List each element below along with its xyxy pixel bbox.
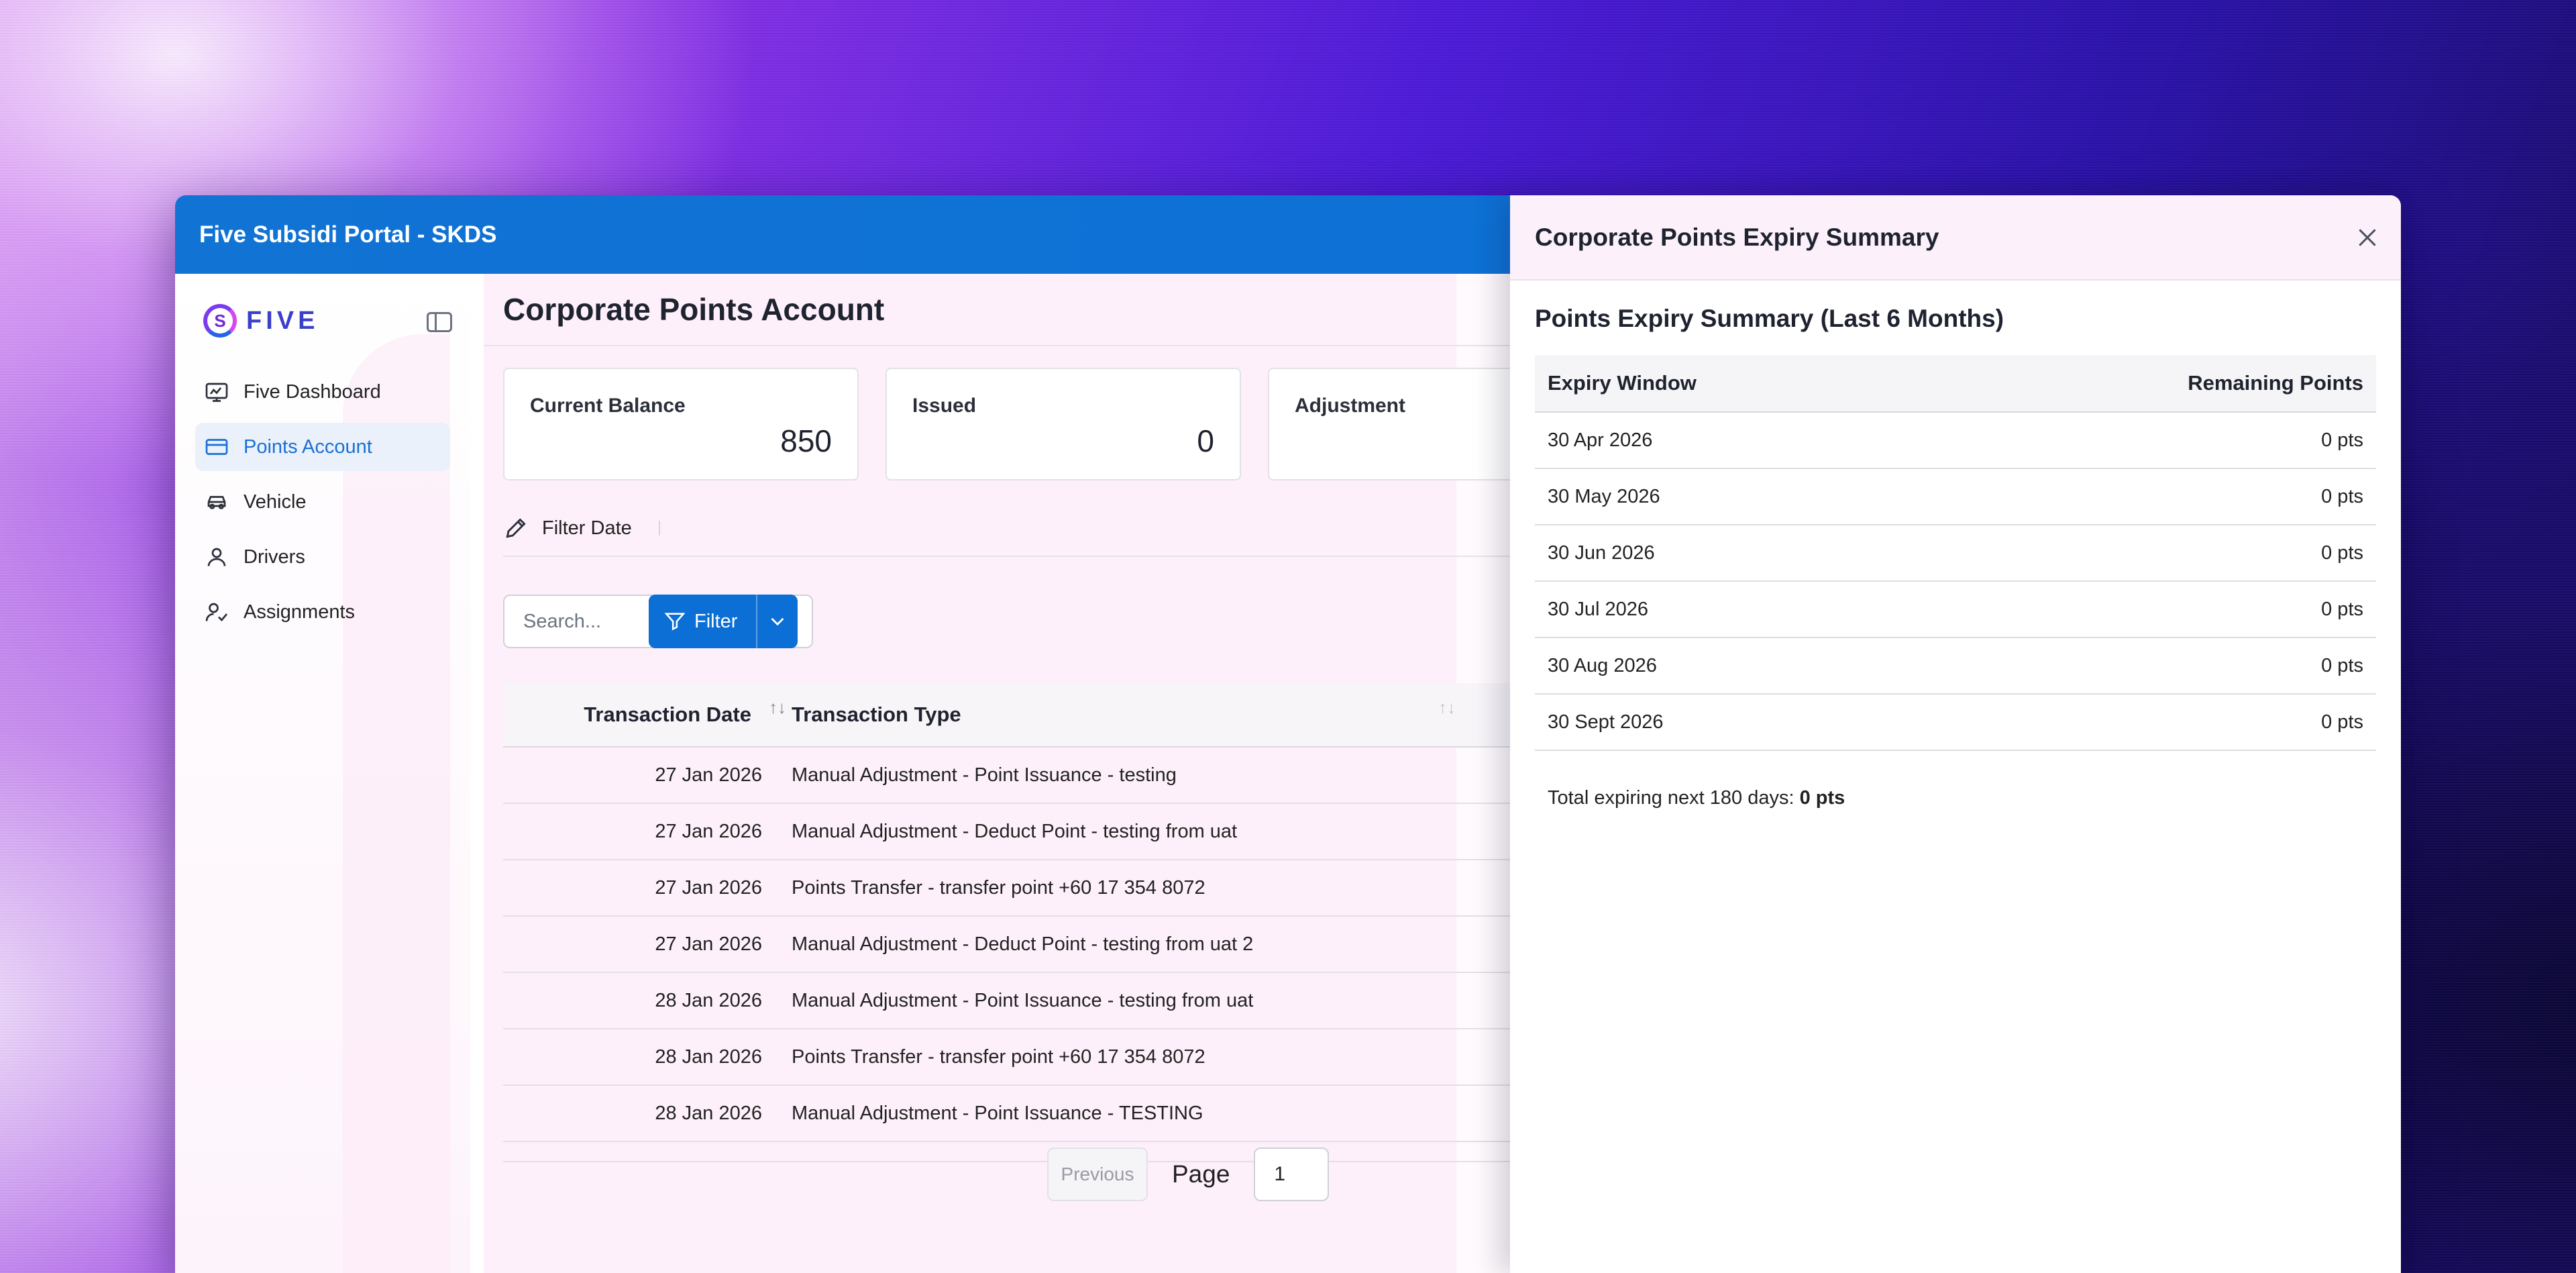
expiry-total-value: 0 pts xyxy=(1799,787,1845,809)
table-row: 30 May 2026 0 pts xyxy=(1535,469,2376,525)
sidebar-item-drivers[interactable]: Drivers xyxy=(195,533,450,581)
column-header-expiry-window: Expiry Window xyxy=(1548,371,1697,395)
filter-button-label: Filter xyxy=(694,610,738,632)
table-row: 30 Apr 2026 0 pts xyxy=(1535,413,2376,469)
table-row: 30 Jun 2026 0 pts xyxy=(1535,525,2376,582)
page-number-input[interactable] xyxy=(1254,1148,1330,1201)
card-current-balance: Current Balance 850 xyxy=(503,368,859,480)
sidebar-item-five-dashboard[interactable]: Five Dashboard xyxy=(195,368,450,416)
sidebar-item-points-account[interactable]: Points Account xyxy=(195,423,450,471)
user-icon xyxy=(205,545,229,569)
sidebar-item-label: Five Dashboard xyxy=(244,380,381,403)
sidebar: S FIVE Five Dashboard Points Account Veh… xyxy=(175,274,470,1273)
card-label: Current Balance xyxy=(530,395,686,417)
sidebar-item-label: Drivers xyxy=(244,546,305,568)
logo-mark-icon: S xyxy=(203,304,237,338)
separator xyxy=(658,521,660,536)
app-title: Five Subsidi Portal - SKDS xyxy=(199,221,497,248)
cell-remaining-points: 0 pts xyxy=(2321,598,2363,620)
sort-icon[interactable]: ↑↓ xyxy=(1438,699,1456,716)
cell-date: 27 Jan 2026 xyxy=(655,933,762,955)
filter-button-main[interactable]: Filter xyxy=(649,595,757,648)
sidebar-item-label: Vehicle xyxy=(244,491,307,513)
sidebar-item-label: Assignments xyxy=(244,601,356,623)
card-issued: Issued 0 xyxy=(885,368,1241,480)
cell-date: 27 Jan 2026 xyxy=(655,876,762,899)
summary-cards: Current Balance 850 Issued 0 Adjustment xyxy=(503,368,1623,480)
column-header-transaction-date[interactable]: Transaction Date ↑↓ xyxy=(503,699,792,727)
previous-page-button[interactable]: Previous xyxy=(1047,1148,1148,1201)
cell-date: 28 Jan 2026 xyxy=(655,1046,762,1068)
cell-expiry-window: 30 Sept 2026 xyxy=(1548,711,1664,733)
column-header-remaining-points: Remaining Points xyxy=(2188,371,2363,395)
cell-expiry-window: 30 May 2026 xyxy=(1548,485,1660,507)
cell-remaining-points: 0 pts xyxy=(2321,542,2363,564)
cell-remaining-points: 0 pts xyxy=(2321,429,2363,451)
cell-expiry-window: 30 Jul 2026 xyxy=(1548,598,1648,620)
expiry-total: Total expiring next 180 days: 0 pts xyxy=(1548,787,1845,809)
close-icon[interactable] xyxy=(2354,224,2381,251)
sidebar-toggle-icon[interactable] xyxy=(427,312,452,332)
sidebar-item-assignments[interactable]: Assignments xyxy=(195,588,450,636)
sidebar-nav: Five Dashboard Points Account Vehicle Dr… xyxy=(195,368,450,643)
cell-expiry-window: 30 Jun 2026 xyxy=(1548,542,1655,564)
car-icon xyxy=(205,490,229,514)
pencil-icon xyxy=(506,518,526,538)
filter-dropdown-toggle[interactable] xyxy=(757,595,798,648)
pagination: Previous Page xyxy=(1047,1148,1330,1201)
cell-date: 28 Jan 2026 xyxy=(655,989,762,1011)
cell-date: 28 Jan 2026 xyxy=(655,1102,762,1124)
brand-logo[interactable]: S FIVE xyxy=(203,304,319,338)
filter-date-button[interactable]: Filter Date xyxy=(503,515,660,541)
cell-date: 27 Jan 2026 xyxy=(655,820,762,842)
table-row: 30 Sept 2026 0 pts xyxy=(1535,695,2376,751)
table-row: 30 Aug 2026 0 pts xyxy=(1535,638,2376,695)
cell-remaining-points: 0 pts xyxy=(2321,485,2363,507)
funnel-icon xyxy=(664,613,686,631)
page-label: Page xyxy=(1172,1160,1230,1188)
expiry-table: Expiry Window Remaining Points 30 Apr 20… xyxy=(1535,355,2376,751)
page-title: Corporate Points Account xyxy=(503,292,885,327)
cell-expiry-window: 30 Apr 2026 xyxy=(1548,429,1653,451)
user-assign-icon xyxy=(205,600,229,624)
expiry-table-header: Expiry Window Remaining Points xyxy=(1535,355,2376,413)
card-label: Adjustment xyxy=(1295,395,1405,417)
sort-icon[interactable]: ↑↓ xyxy=(769,699,786,716)
cell-remaining-points: 0 pts xyxy=(2321,711,2363,733)
expiry-summary-drawer: Corporate Points Expiry Summary Points E… xyxy=(1510,195,2401,1273)
chevron-down-icon xyxy=(771,617,784,626)
table-row: 30 Jul 2026 0 pts xyxy=(1535,582,2376,638)
drawer-title: Corporate Points Expiry Summary xyxy=(1535,223,1939,251)
card-value: 850 xyxy=(780,423,832,458)
filter-date-label: Filter Date xyxy=(542,517,632,539)
card-label: Issued xyxy=(912,395,977,417)
cell-expiry-window: 30 Aug 2026 xyxy=(1548,654,1657,676)
cell-remaining-points: 0 pts xyxy=(2321,654,2363,676)
sidebar-item-label: Points Account xyxy=(244,436,372,458)
cell-date: 27 Jan 2026 xyxy=(655,764,762,786)
wallet-icon xyxy=(205,435,229,459)
expiry-total-label: Total expiring next 180 days: xyxy=(1548,787,1794,809)
card-value: 0 xyxy=(1197,423,1214,458)
dashboard-icon xyxy=(205,380,229,404)
expiry-summary-heading: Points Expiry Summary (Last 6 Months) xyxy=(1535,305,2004,332)
logo-text: FIVE xyxy=(246,306,319,335)
sidebar-item-vehicle[interactable]: Vehicle xyxy=(195,478,450,526)
drawer-header: Corporate Points Expiry Summary xyxy=(1510,195,2401,281)
filter-button[interactable]: Filter xyxy=(649,595,798,648)
